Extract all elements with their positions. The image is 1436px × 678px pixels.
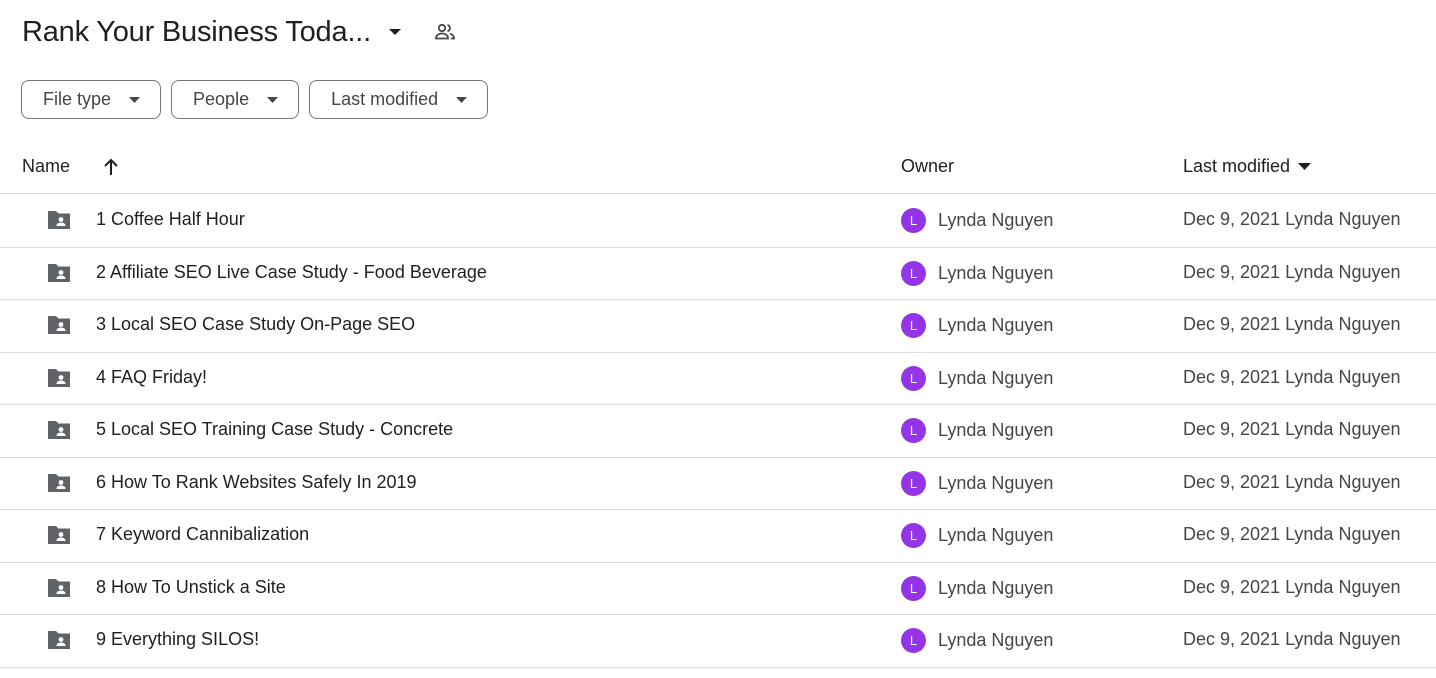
filter-label: People <box>193 89 250 109</box>
table-row[interactable]: 2 Affiliate SEO Live Case Study - Food B… <box>0 248 1436 300</box>
table-row[interactable]: 7 Keyword Cannibalization L Lynda Nguyen… <box>0 510 1436 563</box>
last-modified-value: Dec 9, 2021 Lynda Nguyen <box>1183 261 1401 282</box>
caret-down-icon <box>1298 163 1312 170</box>
drive-folder-view: Rank Your Business Toda... File type Peo… <box>0 0 1436 678</box>
shared-folder-icon <box>46 262 72 284</box>
filter-bar: File type People Last modified <box>21 80 489 119</box>
last-modified-value: Dec 9, 2021 Lynda Nguyen <box>1183 419 1401 439</box>
last-modified-value: Dec 9, 2021 Lynda Nguyen <box>1183 524 1401 544</box>
owner-cell: L Lynda Nguyen <box>901 470 1054 496</box>
owner-name: Lynda Nguyen <box>938 367 1054 388</box>
folder-title[interactable]: Rank Your Business Toda... <box>22 16 371 49</box>
caret-down-icon[interactable] <box>383 20 407 44</box>
avatar: L <box>901 208 926 233</box>
last-modified-value: Dec 9, 2021 Lynda Nguyen <box>1183 471 1401 492</box>
column-name-header[interactable]: Name <box>22 156 70 177</box>
shared-folder-icon <box>46 577 72 599</box>
arrow-up-icon[interactable] <box>102 157 120 182</box>
owner-name: Lynda Nguyen <box>938 262 1054 283</box>
file-list: 1 Coffee Half Hour L Lynda Nguyen Dec 9,… <box>0 195 1436 668</box>
owner-cell: L Lynda Nguyen <box>901 208 1053 233</box>
people-icon[interactable] <box>433 20 457 44</box>
avatar: L <box>901 418 926 443</box>
last-modified-value: Dec 9, 2021 Lynda Nguyen <box>1183 366 1401 387</box>
table-row[interactable]: 3 Local SEO Case Study On-Page SEO L Lyn… <box>0 300 1436 353</box>
owner-name: Lynda Nguyen <box>938 420 1054 440</box>
owner-cell: L Lynda Nguyen <box>901 365 1054 391</box>
avatar: L <box>901 523 926 548</box>
folder-header: Rank Your Business Toda... <box>22 12 457 52</box>
owner-cell: L Lynda Nguyen <box>901 260 1054 286</box>
shared-folder-icon <box>46 209 72 231</box>
caret-down-icon <box>456 96 468 103</box>
shared-folder-icon <box>46 367 72 389</box>
shared-folder-icon <box>46 314 72 336</box>
table-row[interactable]: 6 How To Rank Websites Safely In 2019 L … <box>0 458 1436 510</box>
file-name[interactable]: 3 Local SEO Case Study On-Page SEO <box>96 314 415 335</box>
file-name[interactable]: 7 Keyword Cannibalization <box>96 524 309 545</box>
shared-folder-icon <box>46 472 72 494</box>
owner-name: Lynda Nguyen <box>938 525 1054 545</box>
avatar: L <box>901 575 926 601</box>
last-modified-value: Dec 9, 2021 Lynda Nguyen <box>1183 629 1401 649</box>
table-row[interactable]: 4 FAQ Friday! L Lynda Nguyen Dec 9, 2021… <box>0 353 1436 405</box>
avatar: L <box>901 365 926 391</box>
last-modified-filter[interactable]: Last modified <box>309 80 489 119</box>
avatar: L <box>901 313 926 338</box>
table-row[interactable]: 9 Everything SILOS! L Lynda Nguyen Dec 9… <box>0 615 1436 668</box>
file-name[interactable]: 9 Everything SILOS! <box>96 629 259 650</box>
shared-folder-icon <box>46 629 72 651</box>
owner-name: Lynda Nguyen <box>938 577 1054 598</box>
column-last-modified-header[interactable]: Last modified <box>1183 156 1312 177</box>
owner-cell: L Lynda Nguyen <box>901 523 1053 548</box>
owner-name: Lynda Nguyen <box>938 210 1054 230</box>
file-name[interactable]: 1 Coffee Half Hour <box>96 209 245 230</box>
owner-cell: L Lynda Nguyen <box>901 313 1053 338</box>
owner-cell: L Lynda Nguyen <box>901 575 1054 601</box>
file-name[interactable]: 6 How To Rank Websites Safely In 2019 <box>96 472 417 493</box>
last-modified-value: Dec 9, 2021 Lynda Nguyen <box>1183 576 1401 597</box>
people-filter[interactable]: People <box>171 80 300 119</box>
table-row[interactable]: 1 Coffee Half Hour L Lynda Nguyen Dec 9,… <box>0 195 1436 248</box>
shared-folder-icon <box>46 419 72 441</box>
column-last-modified-label: Last modified <box>1183 156 1291 176</box>
table-header: Name Owner Last modified <box>0 144 1436 194</box>
filter-label: Last modified <box>331 89 439 109</box>
owner-cell: L Lynda Nguyen <box>901 628 1053 653</box>
last-modified-value: Dec 9, 2021 Lynda Nguyen <box>1183 209 1401 229</box>
avatar: L <box>901 470 926 496</box>
column-owner-header[interactable]: Owner <box>901 156 954 177</box>
last-modified-value: Dec 9, 2021 Lynda Nguyen <box>1183 314 1401 334</box>
avatar: L <box>901 260 926 286</box>
owner-name: Lynda Nguyen <box>938 630 1054 650</box>
caret-down-icon <box>267 96 279 103</box>
file-name[interactable]: 8 How To Unstick a Site <box>96 577 286 598</box>
caret-down-icon <box>129 96 141 103</box>
owner-name: Lynda Nguyen <box>938 315 1054 335</box>
shared-folder-icon <box>46 524 72 546</box>
table-row[interactable]: 5 Local SEO Training Case Study - Concre… <box>0 405 1436 458</box>
owner-name: Lynda Nguyen <box>938 472 1054 493</box>
filter-label: File type <box>43 89 112 109</box>
table-row[interactable]: 8 How To Unstick a Site L Lynda Nguyen D… <box>0 563 1436 615</box>
owner-cell: L Lynda Nguyen <box>901 418 1053 443</box>
file-name[interactable]: 2 Affiliate SEO Live Case Study - Food B… <box>96 262 487 283</box>
file-name[interactable]: 4 FAQ Friday! <box>96 367 207 388</box>
avatar: L <box>901 628 926 653</box>
file-name[interactable]: 5 Local SEO Training Case Study - Concre… <box>96 419 453 440</box>
file-type-filter[interactable]: File type <box>21 80 162 119</box>
